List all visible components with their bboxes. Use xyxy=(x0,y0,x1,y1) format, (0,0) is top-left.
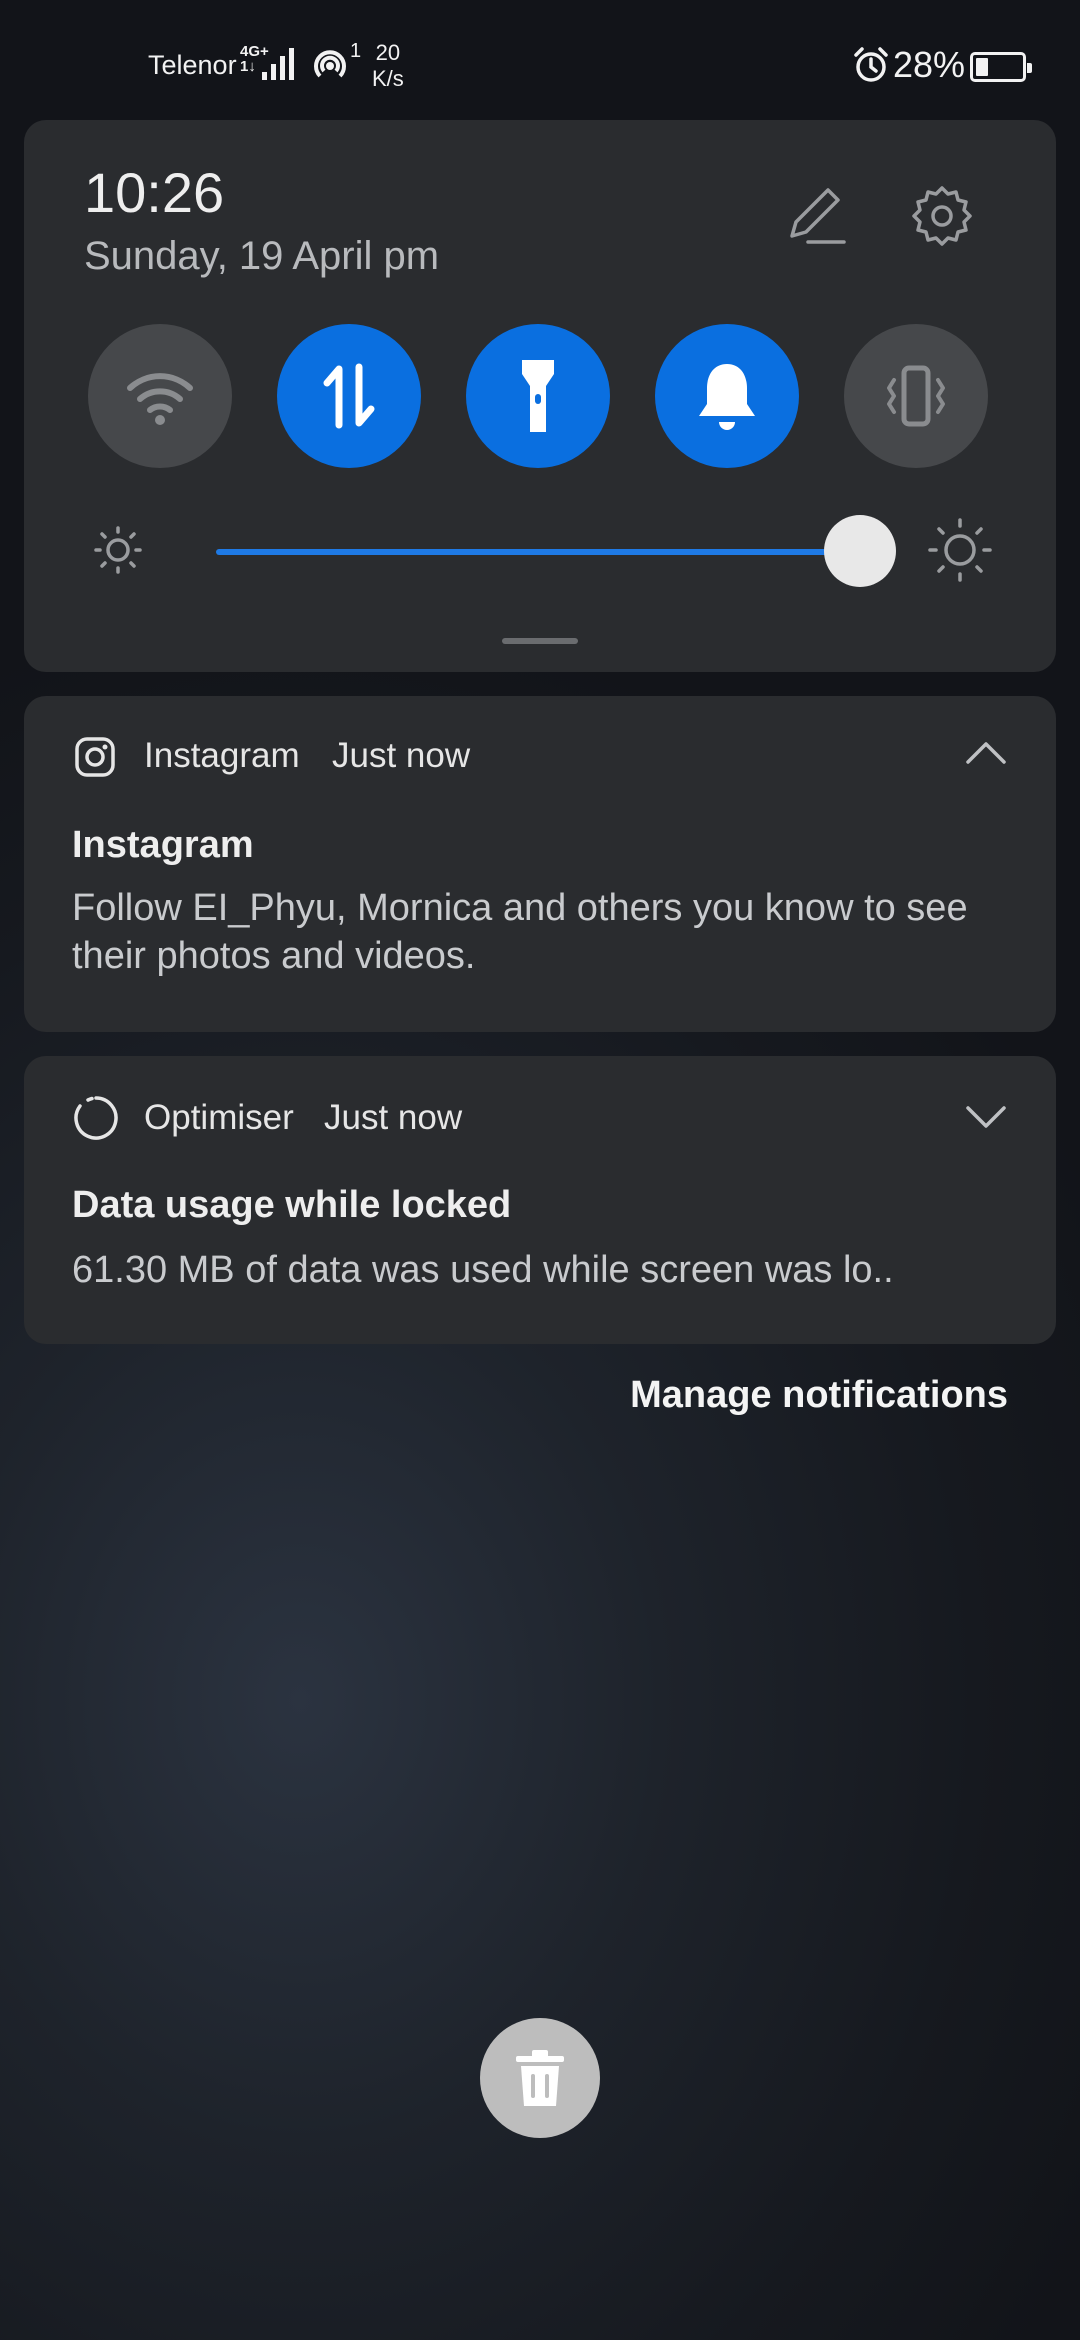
vibrate-icon xyxy=(887,365,945,427)
vibrate-toggle[interactable] xyxy=(844,324,988,468)
notification-title: Data usage while locked xyxy=(72,1184,512,1226)
network-speed: 20 K/s xyxy=(372,40,404,92)
flashlight-icon xyxy=(522,360,554,432)
chevron-down-icon[interactable] xyxy=(964,1102,1008,1132)
status-bar: Telenor 4G+ 1↓ 1 20 K/s 28% xyxy=(0,0,1080,120)
manage-notifications-button[interactable]: Manage notifications xyxy=(630,1374,1008,1417)
clock-time: 10:26 xyxy=(84,161,225,224)
notification-app-name: Instagram xyxy=(144,736,300,775)
clear-all-button[interactable] xyxy=(480,2018,600,2138)
notification-body: Follow EI_Phyu, Mornica and others you k… xyxy=(72,887,968,977)
carrier-name: Telenor xyxy=(148,50,237,80)
sound-toggle[interactable] xyxy=(655,324,799,468)
brightness-slider-thumb[interactable] xyxy=(824,515,897,587)
instagram-icon xyxy=(75,737,115,777)
hotspot-icon xyxy=(314,50,346,78)
speed-unit: K/s xyxy=(372,66,404,91)
flashlight-toggle[interactable] xyxy=(466,324,610,468)
chevron-up-icon[interactable] xyxy=(964,738,1008,768)
notification-optimiser[interactable]: Optimiser Just now Data usage while lock… xyxy=(24,1056,1056,1344)
hotspot-count: 1 xyxy=(350,40,362,62)
brightness-track[interactable] xyxy=(216,549,861,555)
optimiser-icon xyxy=(74,1096,118,1140)
brightness-high-icon xyxy=(928,518,992,582)
date-text: Sunday, 19 April pm xyxy=(84,234,440,278)
settings-gear-icon[interactable] xyxy=(910,184,974,248)
quick-settings-panel: 10:26 Sunday, 19 April pm xyxy=(24,120,1056,672)
alarm-icon xyxy=(854,47,888,82)
brightness-low-icon xyxy=(94,526,142,574)
edit-pencil-icon[interactable] xyxy=(782,184,846,248)
notification-app-name: Optimiser xyxy=(144,1098,294,1137)
trash-icon xyxy=(516,2050,564,2106)
panel-drag-handle[interactable] xyxy=(502,638,578,644)
wifi-toggle[interactable] xyxy=(88,324,232,468)
mobile-data-toggle[interactable] xyxy=(277,324,421,468)
notification-body: 61.30 MB of data was used while screen w… xyxy=(72,1249,894,1291)
notification-title: Instagram xyxy=(72,824,254,866)
bell-icon xyxy=(699,364,755,430)
notification-time: Just now xyxy=(332,736,471,775)
notification-time: Just now xyxy=(324,1098,463,1137)
wifi-icon xyxy=(127,373,193,425)
data-arrows-icon xyxy=(323,363,375,429)
battery-percent: 28% xyxy=(893,44,966,85)
battery-icon xyxy=(970,52,1032,82)
notification-instagram[interactable]: Instagram Just now Instagram Follow EI_P… xyxy=(24,696,1056,1032)
signal-bars-icon xyxy=(262,48,294,80)
speed-value: 20 xyxy=(375,40,401,65)
